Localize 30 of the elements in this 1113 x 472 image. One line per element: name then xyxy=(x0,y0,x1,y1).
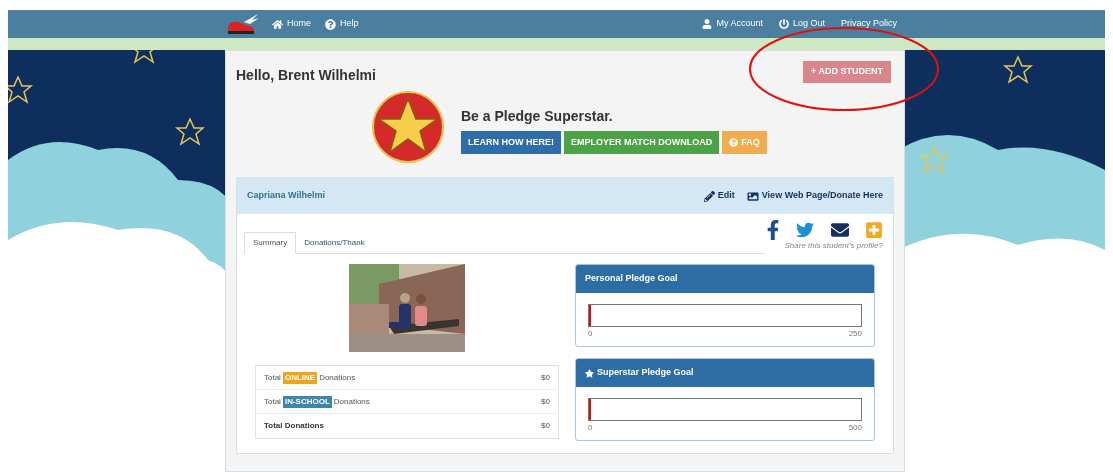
donation-label: Total IN-SCHOOL Donations xyxy=(264,395,370,408)
goal-max: 500 xyxy=(848,422,862,434)
nav-link[interactable]: Privacy Policy xyxy=(841,17,897,31)
add-student-button[interactable]: + ADD STUDENT xyxy=(803,61,891,83)
promo-button[interactable]: EMPLOYER MATCH DOWNLOAD xyxy=(564,131,720,154)
promo-button[interactable]: LEARN HOW HERE! xyxy=(461,131,561,154)
donation-amount: $0 xyxy=(541,395,550,408)
goal-title: Personal Pledge Goal xyxy=(585,272,678,286)
donation-tag: ONLINE xyxy=(282,371,318,384)
student-action-link[interactable]: Edit xyxy=(703,189,735,203)
nav-link[interactable]: Home xyxy=(272,17,311,31)
student-name: Capriana Wilhelmi xyxy=(247,189,325,203)
goal-min: 0 xyxy=(588,328,593,340)
goal-min: 0 xyxy=(588,422,593,434)
greeting: Hello, Brent Wilhelmi xyxy=(236,65,376,85)
nav-link[interactable]: Log Out xyxy=(778,17,825,31)
donation-amount: $0 xyxy=(541,371,550,384)
share-caption: Share this student's profile? xyxy=(784,240,883,252)
donation-label: Total ONLINE Donations xyxy=(264,371,356,384)
tab[interactable]: Summary xyxy=(244,232,297,254)
goal-max: 250 xyxy=(848,328,862,340)
tab[interactable]: Donations/Thank xyxy=(296,232,373,254)
goal-title: Superstar Pledge Goal xyxy=(597,366,694,380)
donation-label: Total Donations xyxy=(264,420,324,432)
nav-link[interactable]: Help xyxy=(325,17,359,31)
donation-amount: $0 xyxy=(541,420,550,432)
promo-heading: Be a Pledge Superstar. xyxy=(461,107,614,126)
donation-tag: IN-SCHOOL xyxy=(282,395,332,408)
nav-link[interactable]: My Account xyxy=(702,17,763,31)
student-action-link[interactable]: View Web Page/Donate Here xyxy=(746,189,883,203)
